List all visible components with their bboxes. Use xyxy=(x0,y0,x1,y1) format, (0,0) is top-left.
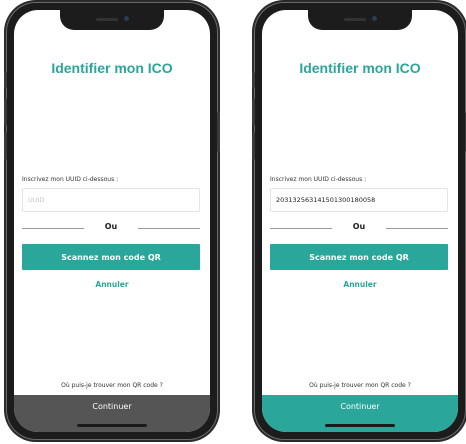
screen-right: Identifier mon ICO Inscrivez mon UUID ci… xyxy=(262,10,458,432)
home-indicator xyxy=(325,424,395,427)
continue-label: Continuer xyxy=(340,402,380,411)
divider-line-right xyxy=(138,228,200,229)
power-button xyxy=(217,112,220,152)
phone-left: Identifier mon ICO Inscrivez mon UUID ci… xyxy=(4,2,220,440)
mute-switch xyxy=(252,72,255,88)
home-indicator xyxy=(77,424,147,427)
volume-down-button xyxy=(252,132,255,160)
uuid-label: Inscrivez mon UUID ci-dessous : xyxy=(270,176,367,183)
speaker-icon xyxy=(344,18,366,21)
or-text: Ou xyxy=(104,222,118,231)
scan-qr-button[interactable]: Scannez mon code QR xyxy=(270,244,448,270)
scan-qr-button[interactable]: Scannez mon code QR xyxy=(22,244,200,270)
cancel-link[interactable]: Annuler xyxy=(262,280,458,289)
page-title: Identifier mon ICO xyxy=(51,60,173,76)
page-title: Identifier mon ICO xyxy=(299,60,421,76)
mute-switch xyxy=(4,72,7,88)
volume-down-button xyxy=(4,132,7,160)
cancel-link[interactable]: Annuler xyxy=(14,280,210,289)
volume-up-button xyxy=(4,98,7,126)
volume-up-button xyxy=(252,98,255,126)
uuid-label: Inscrivez mon UUID ci-dessous : xyxy=(22,176,119,183)
notch xyxy=(60,10,164,30)
divider-line-right xyxy=(386,228,448,229)
phone-right: Identifier mon ICO Inscrivez mon UUID ci… xyxy=(252,2,466,440)
notch xyxy=(308,10,412,30)
speaker-icon xyxy=(96,18,118,21)
or-divider: Ou xyxy=(22,222,200,234)
uuid-input[interactable] xyxy=(270,188,448,212)
uuid-input[interactable] xyxy=(22,188,200,212)
or-divider: Ou xyxy=(270,222,448,234)
continue-button[interactable]: Continuer xyxy=(262,395,458,432)
qr-help-link[interactable]: Où puis-je trouver mon QR code ? xyxy=(262,382,458,389)
or-text: Ou xyxy=(352,222,366,231)
continue-button[interactable]: Continuer xyxy=(14,395,210,432)
camera-icon xyxy=(372,16,377,21)
camera-icon xyxy=(124,16,129,21)
continue-label: Continuer xyxy=(92,402,132,411)
qr-help-link[interactable]: Où puis-je trouver mon QR code ? xyxy=(14,382,210,389)
screen-left: Identifier mon ICO Inscrivez mon UUID ci… xyxy=(14,10,210,432)
